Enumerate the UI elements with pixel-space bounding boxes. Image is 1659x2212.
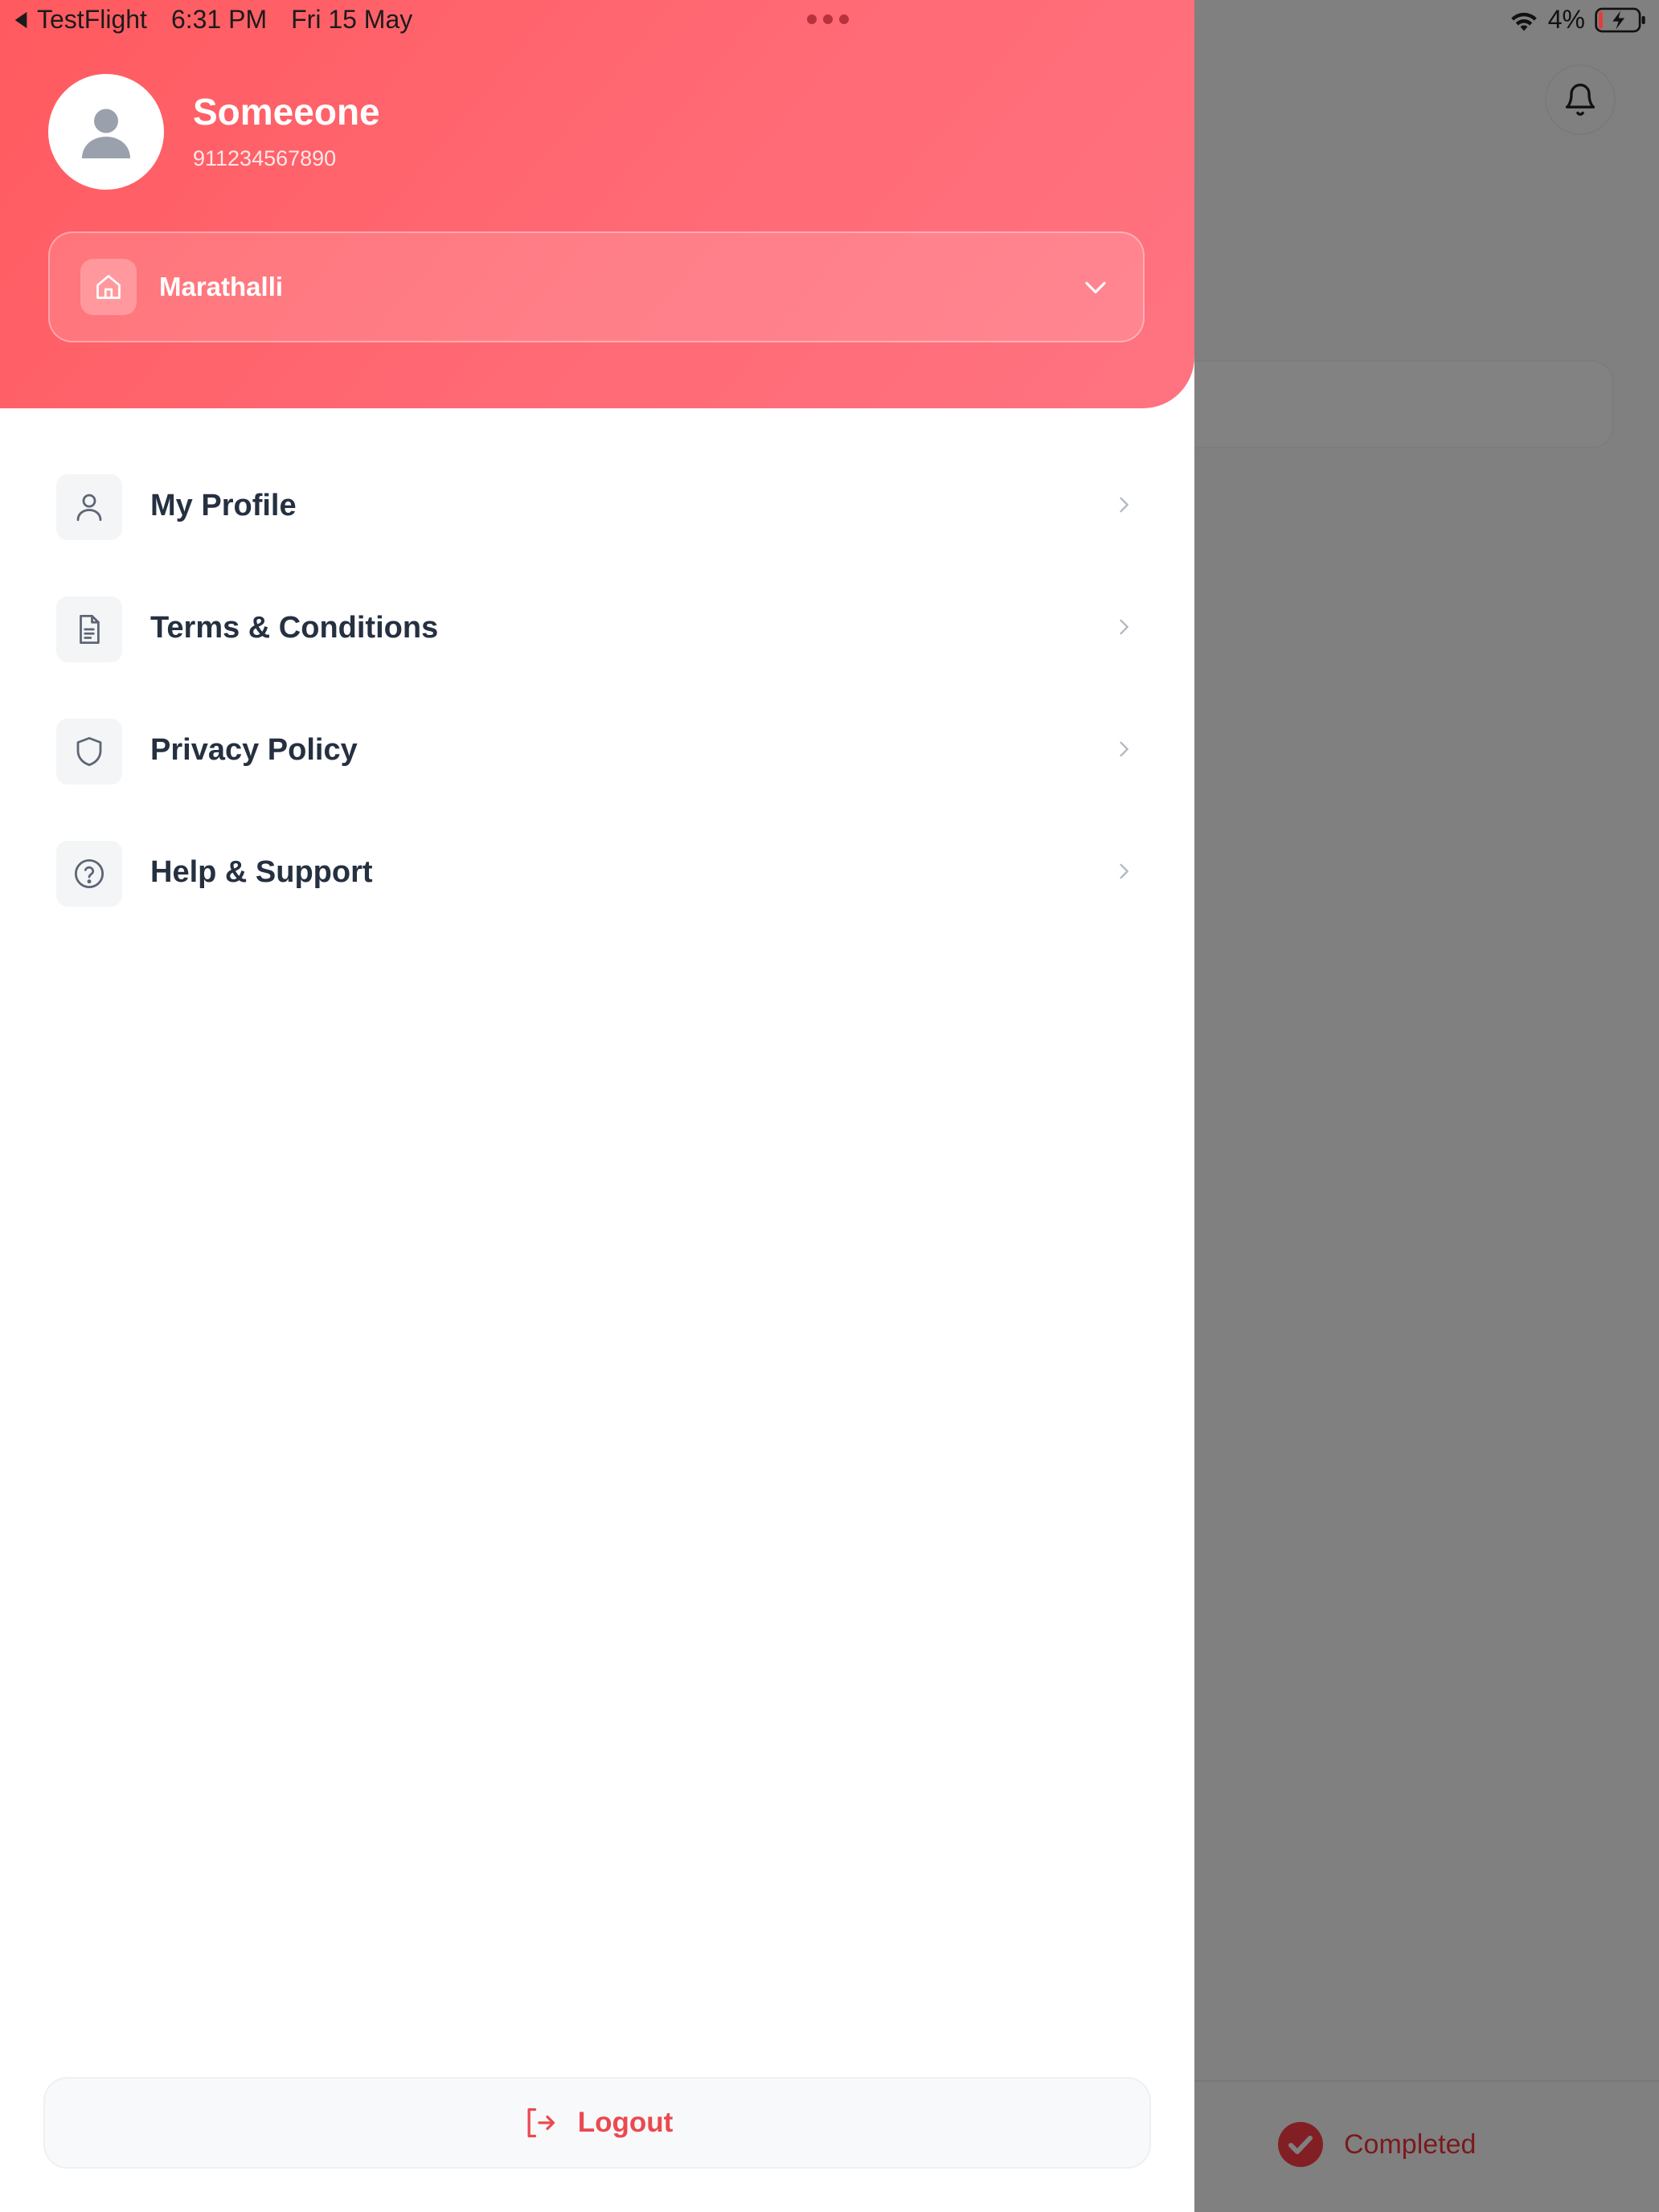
dot [807,14,817,24]
location-label: Marathalli [159,272,284,301]
menu-item-my-profile[interactable]: My Profile [0,469,1194,592]
drawer-menu: My Profile Terms & Conditions Privacy Po… [0,469,1194,958]
logout-icon [527,2108,555,2138]
status-time: 6:31 PM [170,5,268,34]
help-circle-icon [74,858,104,889]
back-triangle-icon [14,11,27,28]
drawer-header: Someeone 911234567890 Marathalli [0,0,1194,408]
chevron-right-icon [1120,619,1129,635]
status-bar-left: TestFlight 6:31 PM Fri 15 May [13,5,412,35]
menu-item-label: Privacy Policy [150,733,358,767]
back-to-app-link[interactable]: TestFlight [13,5,147,35]
notification-button[interactable] [1545,64,1616,135]
menu-item-label: My Profile [150,489,297,522]
chevron-down-icon [1085,281,1106,293]
chevron-right-icon [1120,741,1129,757]
avatar [48,74,164,190]
user-name: Someeone [193,91,380,133]
user-phone: 911234567890 [193,146,337,170]
menu-item-privacy-policy[interactable]: Privacy Policy [0,714,1194,836]
home-icon [96,275,121,299]
location-icon-box [80,259,137,315]
user-avatar-icon [82,109,130,158]
status-date: Fri 15 May [291,5,413,34]
back-app-label: TestFlight [37,5,147,34]
check-circle-icon [1278,2122,1323,2167]
menu-item-terms-conditions[interactable]: Terms & Conditions [0,592,1194,714]
bell-icon [1565,84,1596,116]
user-icon [76,494,102,522]
battery-charging-icon [1595,7,1645,32]
completed-label: Completed [1344,2128,1477,2160]
chevron-right-icon [1120,497,1129,513]
menu-item-label: Terms & Conditions [150,611,439,645]
menu-item-help-support[interactable]: Help & Support [0,836,1194,958]
logout-label: Logout [577,2107,674,2138]
menu-icon-box [56,719,122,784]
document-icon [80,614,100,645]
wifi-icon [1511,12,1537,31]
menu-icon-box [56,841,122,907]
menu-icon-box [56,474,122,540]
status-bar-right: 4% [1509,5,1648,35]
logout-button[interactable]: Logout [43,2077,1151,2169]
chevron-right-icon [1120,863,1129,879]
menu-item-label: Help & Support [150,855,373,889]
status-bar: TestFlight 6:31 PM Fri 15 May 4% [0,0,1659,40]
shield-icon [76,736,102,767]
menu-icon-box [56,596,122,662]
battery-percent: 4% [1547,5,1585,34]
side-drawer: Someeone 911234567890 Marathalli My Prof… [0,0,1194,2212]
completed-tab: Completed [1278,2122,1476,2167]
location-selector[interactable]: Marathalli [48,231,1145,342]
dot [839,14,849,24]
multitasking-dots[interactable] [807,14,849,24]
dot [823,14,833,24]
